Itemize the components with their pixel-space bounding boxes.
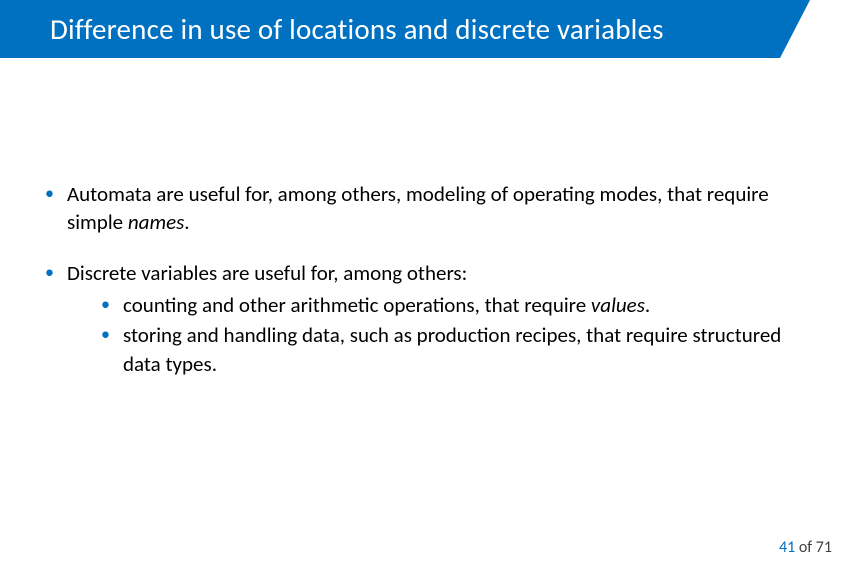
text-run: storing and handling data, such as produ… — [123, 322, 781, 376]
text-emphasis: names — [128, 209, 184, 235]
text-run: Discrete variables are useful for, among… — [67, 260, 467, 286]
text-emphasis: values — [591, 292, 645, 318]
page-current: 41 — [779, 538, 795, 557]
page-number: 41 of 71 — [779, 538, 832, 557]
list-item-text: Discrete variables are useful for, among… — [67, 259, 805, 380]
slide-title: Difference in use of locations and discr… — [0, 0, 790, 58]
list-item-text: counting and other arithmetic operations… — [123, 291, 805, 319]
bullet-icon: • — [45, 180, 67, 237]
sub-list: • counting and other arithmetic operatio… — [101, 291, 805, 378]
text-run: counting and other arithmetic operations… — [123, 292, 591, 318]
list-item-text: Automata are useful for, among others, m… — [67, 180, 805, 237]
text-run: . — [645, 292, 650, 318]
bullet-icon: • — [45, 259, 67, 380]
list-item: • storing and handling data, such as pro… — [101, 321, 805, 378]
page-total: 71 — [816, 538, 832, 557]
slide-body: • Automata are useful for, among others,… — [45, 180, 805, 402]
list-item-text: storing and handling data, such as produ… — [123, 321, 805, 378]
list-item: • Discrete variables are useful for, amo… — [45, 259, 805, 380]
list-item: • Automata are useful for, among others,… — [45, 180, 805, 237]
text-run: . — [184, 209, 189, 235]
page-separator: of — [795, 538, 816, 557]
bullet-icon: • — [101, 291, 123, 319]
bullet-icon: • — [101, 321, 123, 378]
list-item: • counting and other arithmetic operatio… — [101, 291, 805, 319]
